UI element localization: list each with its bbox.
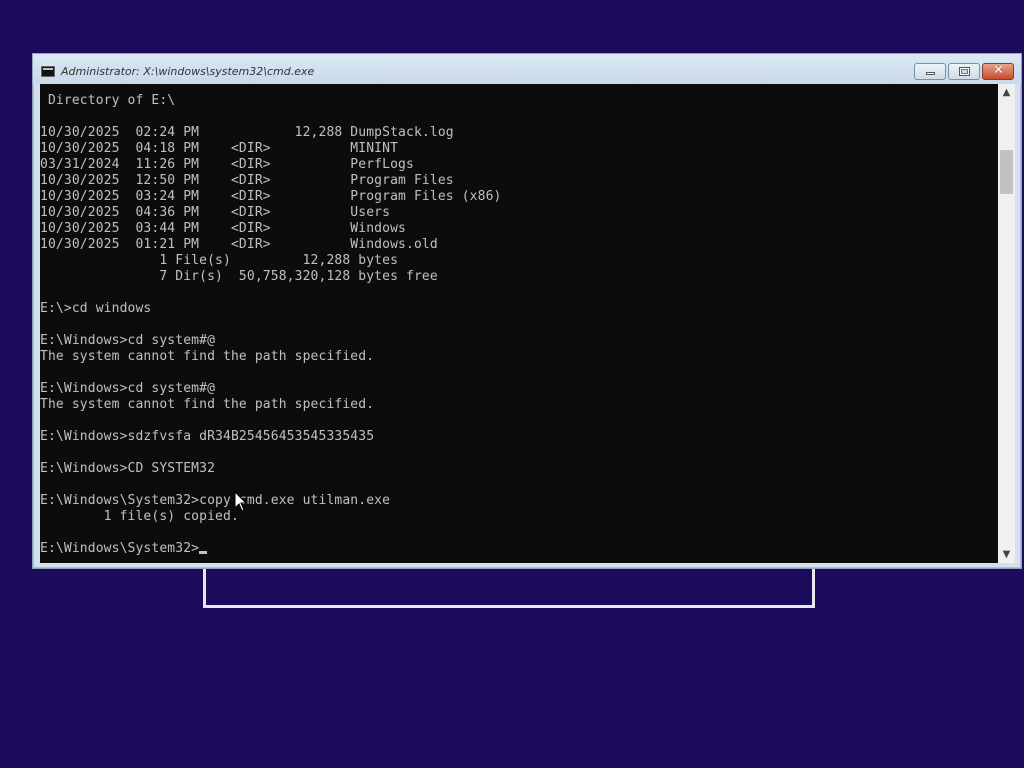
console-line: 10/30/2025 03:24 PM <DIR> Program Files … [40,189,502,204]
scroll-down-icon[interactable]: ▼ [998,546,1015,563]
console-line: 10/30/2025 04:36 PM <DIR> Users [40,205,391,220]
console-line: 10/30/2025 03:44 PM <DIR> Windows [40,221,407,236]
console-line: 03/31/2024 11:26 PM <DIR> PerfLogs [40,157,414,172]
minimize-button[interactable] [914,63,946,80]
close-icon: ✕ [993,63,1004,78]
console-line: E:\>cd windows [40,301,152,316]
console-line: 7 Dir(s) 50,758,320,128 bytes free [40,269,438,284]
console-output[interactable]: Directory of E:\ 10/30/2025 02:24 PM 12,2… [40,84,998,563]
cmd-icon[interactable] [41,66,55,77]
minimize-icon [926,72,935,75]
console-line: E:\Windows>sdzfvsfa dR34B254564535453354… [40,429,375,444]
console-line: Directory of E:\ [40,93,176,108]
scroll-up-icon[interactable]: ▲ [998,84,1015,101]
console-line: 10/30/2025 01:21 PM <DIR> Windows.old [40,237,438,252]
mouse-pointer-icon [234,491,248,512]
console-line: The system cannot find the path specifie… [40,349,375,364]
close-button[interactable]: ✕ [982,63,1014,80]
console-lines: Directory of E:\ 10/30/2025 02:24 PM 12,2… [40,93,502,557]
console-line: 10/30/2025 04:18 PM <DIR> MININT [40,141,399,156]
console-line: 10/30/2025 12:50 PM <DIR> Program Files [40,173,454,188]
maximize-icon [959,67,970,76]
cmd-window[interactable]: Administrator: X:\windows\system32\cmd.e… [32,53,1022,569]
window-title: Administrator: X:\windows\system32\cmd.e… [61,65,315,78]
console-line: 10/30/2025 02:24 PM 12,288 DumpStack.log [40,125,454,140]
maximize-button[interactable] [948,63,980,80]
vertical-scrollbar[interactable]: ▲ ▼ [998,84,1015,563]
console-prompt: E:\Windows\System32> [40,541,200,556]
scroll-thumb[interactable] [1000,150,1013,194]
console-line: The system cannot find the path specifie… [40,397,375,412]
console-prompt-line[interactable]: E:\Windows\System32> [40,541,502,557]
text-cursor [199,551,208,554]
console-line: E:\Windows>cd system#@ [40,333,216,348]
console-line: E:\Windows>cd system#@ [40,381,216,396]
console-line: E:\Windows\System32>copy cmd.exe utilman… [40,493,391,508]
console-line: E:\Windows>CD SYSTEM32 [40,461,216,476]
title-bar[interactable]: Administrator: X:\windows\system32\cmd.e… [33,54,1021,84]
console-line: 1 file(s) copied. [40,509,239,524]
console-line: 1 File(s) 12,288 bytes [40,253,399,268]
